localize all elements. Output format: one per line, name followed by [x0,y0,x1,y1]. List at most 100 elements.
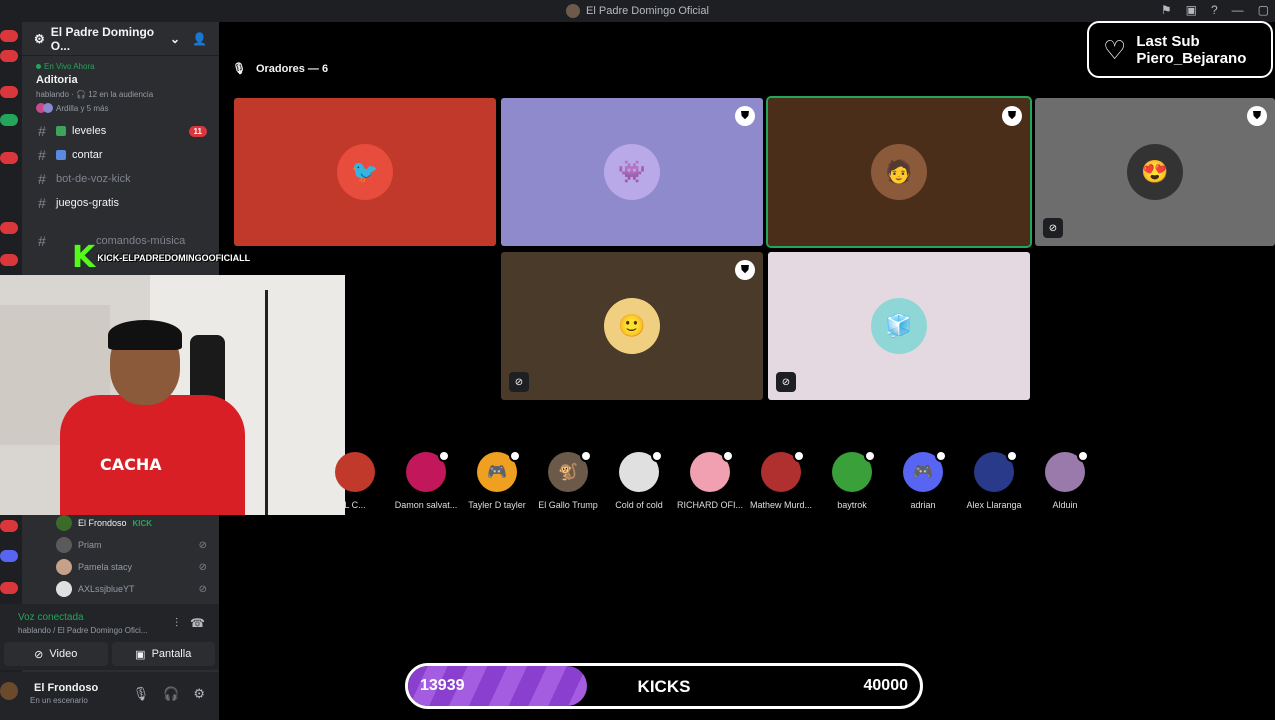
status-badge [1006,450,1018,462]
avatar [406,450,450,492]
live-tag: En Vivo Ahora [36,62,205,71]
speaker-tile[interactable]: 🐦 [234,98,496,246]
server-badge[interactable] [0,582,18,594]
audience-name: Alduin [1052,500,1078,510]
avatar[interactable] [0,682,18,700]
member-item[interactable]: Priam ⊘ [22,534,219,556]
audience-member[interactable]: Alex Llaranga [961,450,1027,510]
audience-member[interactable]: Cold of cold [606,450,672,510]
speaker-tile[interactable]: 👾 ⛊ [501,98,763,246]
server-badge[interactable] [0,50,18,62]
avatar [974,450,1018,492]
speaker-tile[interactable]: 🙂 ⛊ ⊘ [501,252,763,400]
title-bar: El Padre Domingo Oficial ⚑ ▣ ? — ▢ [0,0,1275,22]
speaker-avatar: 🐦 [337,144,393,200]
person-hair [108,320,182,350]
audience-member[interactable]: 🐒 El Gallo Trump [535,450,601,510]
audience-member[interactable]: 🎮 adrian [890,450,956,510]
audience-member[interactable]: 🎮 Tayler D tayler [464,450,530,510]
audience-name: Cold of cold [615,500,663,510]
avatar [56,515,72,531]
audience-member[interactable]: Alduin [1032,450,1098,510]
live-stage-card[interactable]: En Vivo Ahora Aditoria hablando · 🎧 12 e… [22,56,219,119]
avatar: 🎮 [477,450,521,492]
help-icon[interactable]: ? [1211,3,1218,17]
speaker-tile[interactable]: 😍 ⛊ ⊘ [1035,98,1275,246]
speaker-tile[interactable]: 🧊 ⊘ [768,252,1030,400]
kicks-label: KICKS [637,677,691,696]
listener-avatar [43,103,53,113]
avatar [690,450,734,492]
hash-icon: # [38,123,46,139]
audience-member[interactable]: L C... [322,452,388,510]
audience-name: Mathew Murd... [749,500,813,510]
heart-icon: ♡ [1103,34,1127,65]
microphone-icon: 🎙 [232,63,246,75]
status-badge [651,450,663,462]
speaker-avatar: 🙂 [604,298,660,354]
kicks-goal-bar: 13939 KICKS 40000 [405,663,923,709]
kicks-goal: 40000 [863,677,909,694]
disconnect-icon[interactable]: ☎ [190,616,205,631]
hash-icon: # [38,233,46,249]
channel-contar[interactable]: # contar [22,143,219,167]
status-badge [580,450,592,462]
minimize-icon[interactable]: — [1232,3,1244,17]
server-badge[interactable] [0,550,18,562]
audience-name: RICHARD OFI... [677,500,743,510]
mic-off-icon: ⊘ [198,539,207,551]
voice-members: El Frondoso KICK Priam ⊘ Pamela stacy ⊘ … [22,512,219,600]
video-button[interactable]: ⊘ Video [4,642,108,666]
flag-icon[interactable]: ⚑ [1161,3,1172,17]
avatar [56,559,72,575]
server-icon: ⚙ [34,31,45,46]
speaker-avatar: 🧊 [871,298,927,354]
server-badge[interactable] [0,114,18,126]
moderator-shield-icon: ⛊ [1002,106,1022,126]
screen-share-button[interactable]: ▣ Pantalla [111,642,215,666]
audience-name: Damon salvat... [394,500,458,510]
chevron-down-icon[interactable]: ⌄ [170,32,180,46]
avatar [56,581,72,597]
stage-status: hablando · 🎧 12 en la audiencia [36,90,154,99]
headphones-icon[interactable]: 🎧 [163,686,179,702]
noise-suppression-icon[interactable]: ⫶ [175,616,178,631]
speaker-avatar: 🧑 [871,144,927,200]
avatar [335,452,375,492]
audience-member[interactable]: RICHARD OFI... [677,450,743,510]
voice-channel[interactable]: hablando / El Padre Domingo Ofici... [18,626,147,635]
screen-icon[interactable]: ▣ [1186,3,1197,17]
server-badge[interactable] [0,222,18,234]
server-badge[interactable] [0,86,18,98]
audience-member[interactable]: Mathew Murd... [748,450,814,510]
channel-leveles[interactable]: # leveles 11 [22,119,219,143]
server-badge[interactable] [0,152,18,164]
member-item[interactable]: Pamela stacy ⊘ [22,556,219,578]
webcam-feed: CACHA [0,275,345,515]
shirt-text: CACHA [100,455,162,474]
channel-bot-de-voz-kick[interactable]: # bot-de-voz-kick [22,167,219,191]
user-status: En un escenario [30,696,88,705]
audience-name: L C... [344,500,366,510]
audience-member[interactable]: baytrok [819,450,885,510]
server-header[interactable]: ⚙ El Padre Domingo O... ⌄ 👤 [22,22,219,56]
server-badge[interactable] [0,30,18,42]
voice-connection-panel: Voz conectada hablando / El Padre Doming… [0,604,219,642]
server-badge[interactable] [0,254,18,266]
audience-name: El Gallo Trump [538,500,598,510]
last-sub-widget: ♡ Last Sub Piero_Bejarano [1087,21,1273,78]
add-member-icon[interactable]: 👤 [192,32,207,46]
channel-juegos-gratis[interactable]: # juegos-gratis [22,191,219,215]
member-item[interactable]: AXLssjblueYT ⊘ [22,578,219,600]
server-name: El Padre Domingo O... [50,24,155,53]
maximize-icon[interactable]: ▢ [1258,3,1269,17]
settings-gear-icon[interactable]: ⚙ [193,686,205,702]
server-badge[interactable] [0,520,18,532]
member-item[interactable]: El Frondoso KICK [22,512,219,534]
mic-off-icon: ⊘ [198,583,207,595]
mic-off-icon: ⊘ [1043,218,1063,238]
microphone-icon[interactable]: 🎙 [133,686,150,702]
speaker-tile[interactable]: 🧑 ⛊ [766,96,1032,248]
audience-member[interactable]: Damon salvat... [393,450,459,510]
speaker-avatar: 😍 [1127,144,1183,200]
